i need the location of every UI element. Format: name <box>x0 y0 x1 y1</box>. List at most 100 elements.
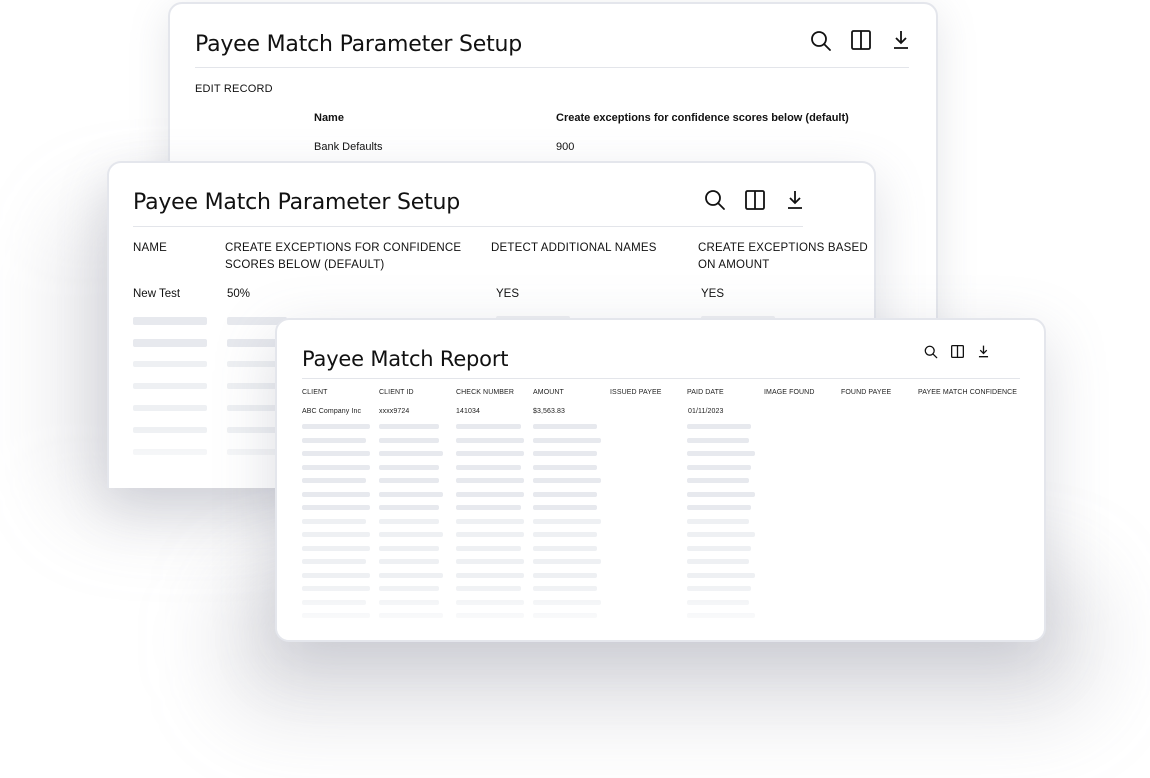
placeholder-bar <box>533 451 597 456</box>
placeholder-bar <box>133 339 207 347</box>
placeholder-bar <box>379 532 443 537</box>
placeholder-bar <box>302 532 370 537</box>
column-header-paid-date: PAID DATE <box>687 389 724 396</box>
placeholder-bar <box>133 383 207 389</box>
placeholder-bar <box>456 532 524 537</box>
section-label: EDIT RECORD <box>195 83 273 95</box>
column-header-name: Name <box>314 112 344 124</box>
placeholder-bar <box>133 317 207 325</box>
placeholder-bar <box>302 478 366 483</box>
placeholder-bar <box>302 451 370 456</box>
column-header-confidence: SCORES BELOW (DEFAULT) <box>225 259 385 271</box>
placeholder-bar <box>687 451 755 456</box>
placeholder-bar <box>456 478 524 483</box>
search-icon[interactable] <box>704 189 726 211</box>
placeholder-bar <box>456 437 524 443</box>
placeholder-bar <box>379 545 439 551</box>
placeholder-bar <box>302 464 370 470</box>
placeholder-bar <box>302 572 370 578</box>
placeholder-bar <box>379 451 443 456</box>
column-header-client: CLIENT <box>302 389 328 396</box>
row-confidence: 50% <box>227 288 251 300</box>
placeholder-bar <box>302 437 366 443</box>
placeholder-bar <box>687 532 755 537</box>
payee-match-report-panel: Payee Match Report CLIENT CLIENT ID CHEC… <box>275 318 1046 642</box>
placeholder-bar <box>456 424 521 429</box>
placeholder-bar <box>227 383 277 389</box>
placeholder-bar <box>456 572 524 578</box>
divider <box>133 226 803 227</box>
columns-icon[interactable] <box>951 345 964 358</box>
placeholder-bar <box>456 545 521 551</box>
placeholder-bar <box>379 491 443 497</box>
column-header-amount: AMOUNT <box>533 389 564 396</box>
placeholder-bar <box>456 451 524 456</box>
column-header-confidence: CREATE EXCEPTIONS FOR CONFIDENCE <box>225 242 462 254</box>
placeholder-bar <box>302 505 370 510</box>
column-header-found-payee: FOUND PAYEE <box>841 389 892 396</box>
placeholder-bar <box>133 361 207 367</box>
column-header-check-number: CHECK NUMBER <box>456 389 514 396</box>
download-icon[interactable] <box>787 190 803 210</box>
placeholder-bar <box>533 505 597 510</box>
columns-icon[interactable] <box>851 30 871 50</box>
divider <box>195 67 909 68</box>
row-name: Bank Defaults <box>314 141 383 153</box>
row-name: New Test <box>133 288 181 300</box>
placeholder-bar <box>687 559 749 564</box>
placeholder-bar <box>379 437 439 443</box>
page-title: Payee Match Report <box>302 347 509 371</box>
placeholder-bar <box>379 464 439 470</box>
download-icon[interactable] <box>978 345 989 358</box>
placeholder-bar <box>687 491 755 497</box>
row-confidence: 900 <box>556 141 575 153</box>
cell-paid-date: 01/11/2023 <box>688 408 724 415</box>
cell-amount: $3,563.83 <box>533 408 566 415</box>
placeholder-bar <box>379 559 439 564</box>
placeholder-bar <box>533 478 601 483</box>
placeholder-bar <box>302 424 370 429</box>
search-icon[interactable] <box>924 345 938 359</box>
placeholder-bar <box>302 518 366 524</box>
columns-icon[interactable] <box>745 190 765 210</box>
placeholder-bar <box>533 532 597 537</box>
placeholder-bar <box>302 491 370 497</box>
placeholder-bar <box>227 405 277 411</box>
column-header-issued-payee: ISSUED PAYEE <box>610 389 662 396</box>
placeholder-bar <box>456 491 524 497</box>
row-detect: YES <box>496 288 520 300</box>
placeholder-bar <box>533 464 597 470</box>
placeholder-bar <box>302 545 370 551</box>
column-header-detect: DETECT ADDITIONAL NAMES <box>491 242 657 254</box>
placeholder-bar <box>133 405 207 411</box>
column-header-match-confidence: PAYEE MATCH CONFIDENCE <box>918 389 1018 396</box>
placeholder-bar <box>227 339 277 347</box>
placeholder-bar <box>687 478 749 483</box>
placeholder-bar <box>456 505 521 510</box>
placeholder-bar <box>533 572 597 578</box>
column-header-client-id: CLIENT ID <box>379 389 414 396</box>
placeholder-bar <box>687 545 751 551</box>
cell-client-id: xxxx9724 <box>379 408 410 415</box>
placeholder-bar <box>687 424 751 429</box>
page-title: Payee Match Parameter Setup <box>195 32 523 57</box>
download-icon[interactable] <box>893 30 909 50</box>
placeholder-bar <box>379 572 443 578</box>
placeholder-bar <box>687 505 751 510</box>
placeholder-bar <box>533 559 601 564</box>
placeholder-bar <box>533 437 601 443</box>
placeholder-bar <box>456 559 524 564</box>
fade-overlay <box>277 580 1044 640</box>
divider <box>302 378 1020 379</box>
placeholder-bar <box>227 361 277 367</box>
placeholder-bar <box>379 518 439 524</box>
placeholder-bar <box>456 464 521 470</box>
placeholder-bar <box>379 424 439 429</box>
cell-client: ABC Company Inc <box>302 408 362 415</box>
column-header-amount: CREATE EXCEPTIONS BASED <box>698 242 868 254</box>
search-icon[interactable] <box>810 30 832 52</box>
placeholder-bar <box>533 518 601 524</box>
column-header-amount: ON AMOUNT <box>698 259 770 271</box>
placeholder-bar <box>533 491 597 497</box>
placeholder-bar <box>687 464 751 470</box>
